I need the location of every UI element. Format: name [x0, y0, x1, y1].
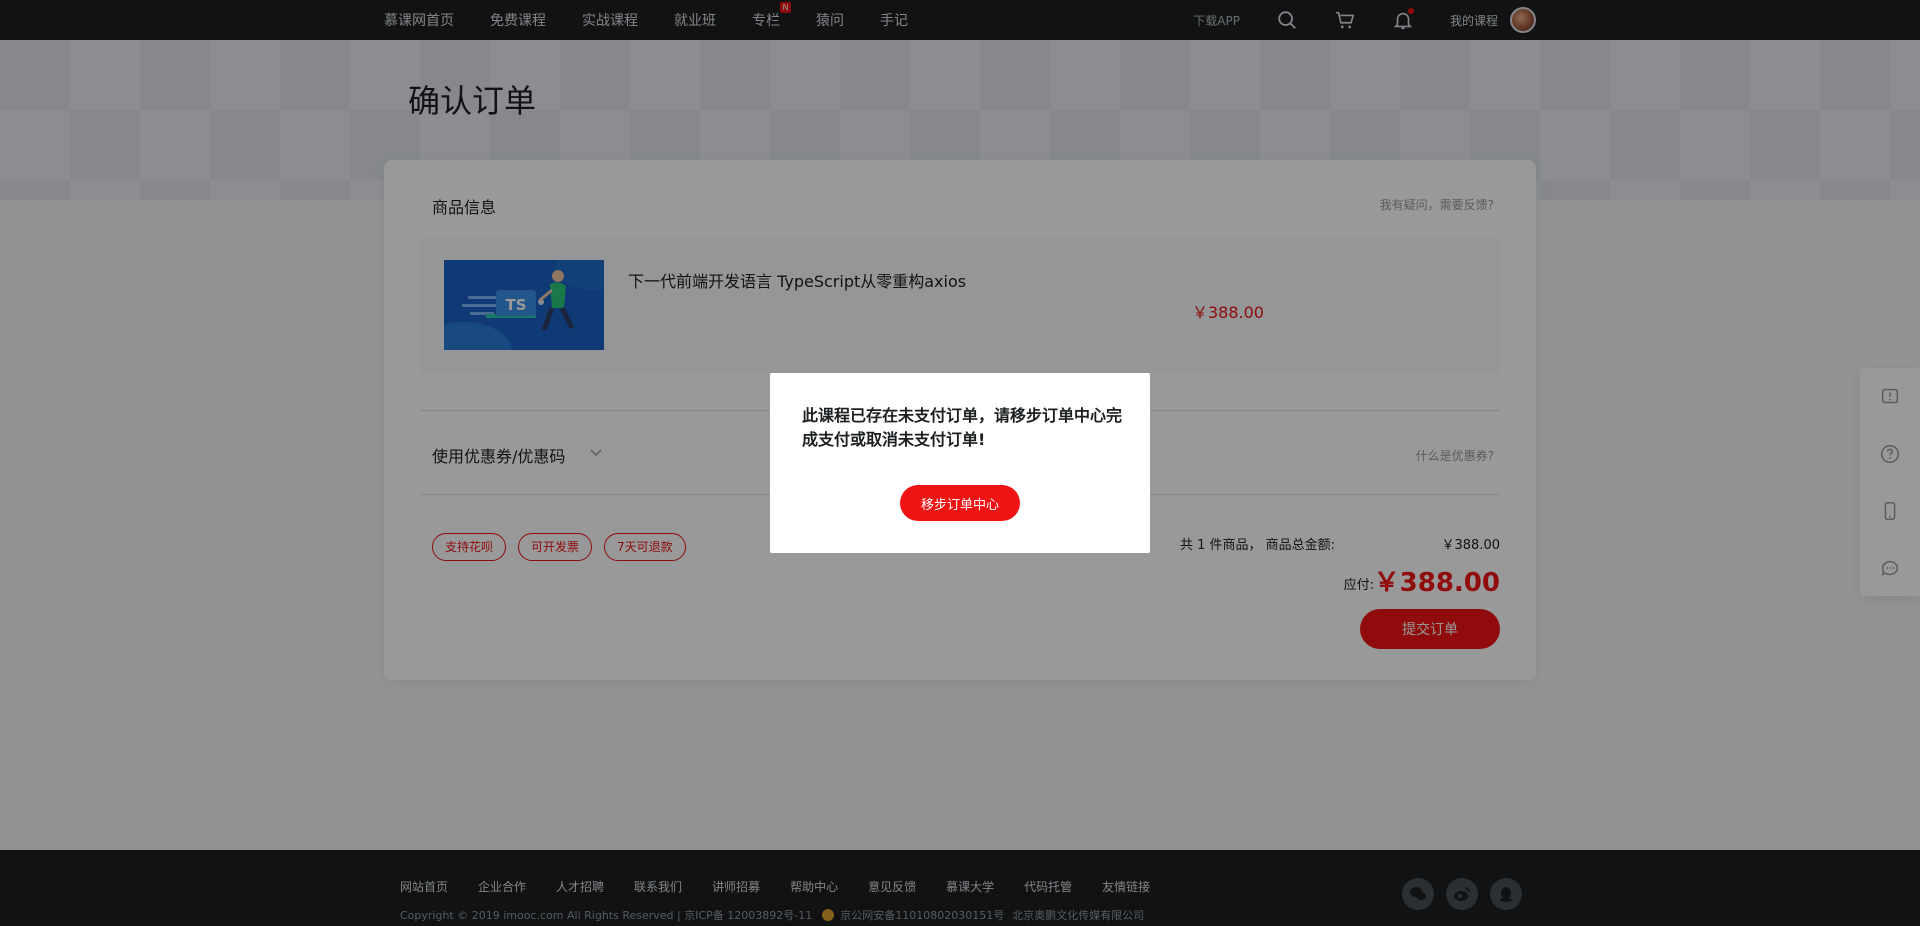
- go-to-order-center-button[interactable]: 移步订单中心: [900, 485, 1020, 521]
- unpaid-order-dialog: 此课程已存在未支付订单，请移步订单中心完成支付或取消未支付订单! 移步订单中心: [770, 373, 1150, 553]
- dialog-message: 此课程已存在未支付订单，请移步订单中心完成支付或取消未支付订单!: [802, 406, 1123, 449]
